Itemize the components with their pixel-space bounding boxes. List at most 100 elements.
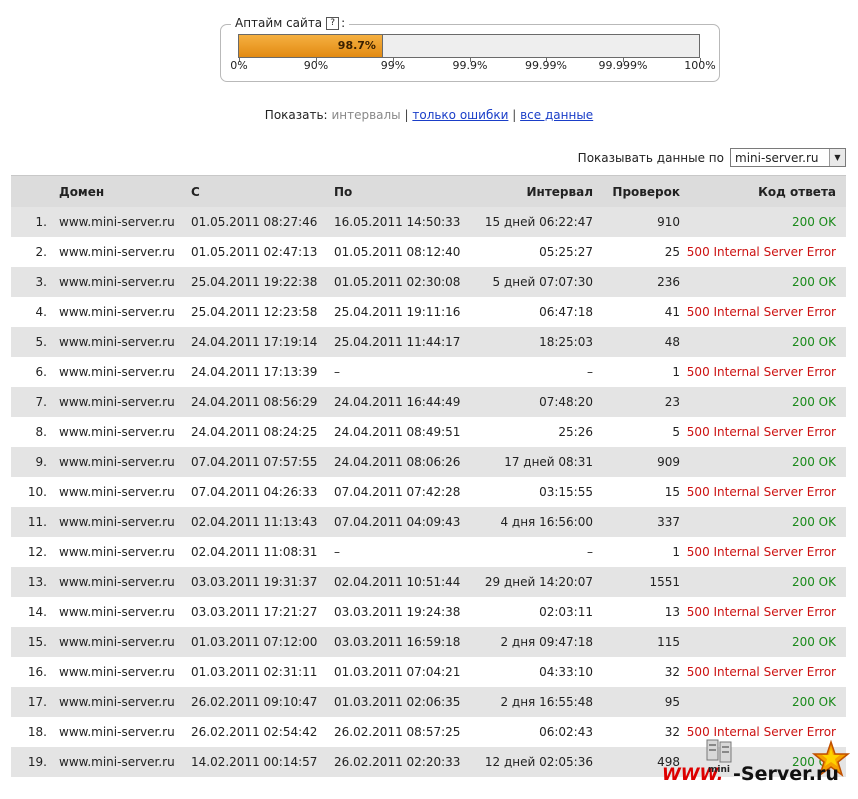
row-checks: 1	[593, 537, 680, 567]
row-response-code: 200 OK	[680, 207, 846, 237]
row-index: 9.	[11, 447, 59, 477]
logo-mini: mini	[708, 765, 730, 775]
row-from: 26.02.2011 09:10:47	[191, 687, 334, 717]
row-interval: 02:03:11	[467, 597, 593, 627]
table-row: 6. www.mini-server.ru 24.04.2011 17:13:39–…	[11, 357, 846, 387]
row-checks: 1	[593, 357, 680, 387]
row-domain: www.mini-server.ru	[59, 207, 191, 237]
row-response-code: 500 Internal Server Error	[680, 417, 846, 447]
table-row: 9. www.mini-server.ru 07.04.2011 07:57:55 2…	[11, 447, 846, 477]
row-to: 24.04.2011 08:49:51	[334, 417, 467, 447]
row-domain: www.mini-server.ru	[59, 717, 191, 747]
filter-intervals-current: интервалы	[331, 108, 401, 122]
row-domain: www.mini-server.ru	[59, 357, 191, 387]
filter-separator: |	[404, 108, 409, 122]
row-from: 24.04.2011 08:56:29	[191, 387, 334, 417]
row-index: 13.	[11, 567, 59, 597]
row-from: 07.04.2011 04:26:33	[191, 477, 334, 507]
row-checks: 41	[593, 297, 680, 327]
table-row: 4. www.mini-server.ru 25.04.2011 12:23:58 2…	[11, 297, 846, 327]
row-to: 26.02.2011 02:20:33	[334, 747, 467, 777]
row-checks: 337	[593, 507, 680, 537]
row-to: 01.05.2011 02:30:08	[334, 267, 467, 297]
row-domain: www.mini-server.ru	[59, 267, 191, 297]
row-index: 7.	[11, 387, 59, 417]
uptime-value: 98.7%	[337, 39, 376, 52]
filter-errors-only-link[interactable]: только ошибки	[412, 108, 508, 122]
row-to: 07.04.2011 07:42:28	[334, 477, 467, 507]
row-checks: 95	[593, 687, 680, 717]
row-interval: –	[467, 357, 593, 387]
row-index: 3.	[11, 267, 59, 297]
row-interval: 06:47:18	[467, 297, 593, 327]
row-domain: www.mini-server.ru	[59, 327, 191, 357]
domain-selector-label: Показывать данные по	[577, 150, 724, 165]
row-index: 17.	[11, 687, 59, 717]
row-interval: 17 дней 08:31	[467, 447, 593, 477]
row-interval: –	[467, 537, 593, 567]
row-to: 01.05.2011 08:12:40	[334, 237, 467, 267]
row-interval: 12 дней 02:05:36	[467, 747, 593, 777]
row-from: 01.03.2011 07:12:00	[191, 627, 334, 657]
row-index: 5.	[11, 327, 59, 357]
table-row: 17. www.mini-server.ru 26.02.2011 09:10:47…	[11, 687, 846, 717]
row-response-code: 500 Internal Server Error	[680, 597, 846, 627]
row-from: 24.04.2011 08:24:25	[191, 417, 334, 447]
help-icon[interactable]: ?	[326, 16, 340, 30]
row-to: 07.04.2011 04:09:43	[334, 507, 467, 537]
domain-select[interactable]: mini-server.ru ▼	[730, 148, 846, 167]
row-domain: www.mini-server.ru	[59, 477, 191, 507]
row-domain: www.mini-server.ru	[59, 537, 191, 567]
row-to: 16.05.2011 14:50:33	[334, 207, 467, 237]
row-index: 15.	[11, 627, 59, 657]
row-checks: 23	[593, 387, 680, 417]
row-checks: 5	[593, 417, 680, 447]
filter-separator: |	[512, 108, 517, 122]
row-domain: www.mini-server.ru	[59, 597, 191, 627]
row-from: 14.02.2011 00:14:57	[191, 747, 334, 777]
row-from: 01.05.2011 08:27:46	[191, 207, 334, 237]
row-from: 02.04.2011 11:13:43	[191, 507, 334, 537]
row-from: 26.02.2011 02:54:42	[191, 717, 334, 747]
intervals-table: Домен С По Интервал Проверок Код ответа …	[11, 175, 846, 777]
chevron-down-icon[interactable]: ▼	[829, 149, 845, 166]
row-interval: 07:48:20	[467, 387, 593, 417]
row-interval: 29 дней 14:20:07	[467, 567, 593, 597]
row-from: 07.04.2011 07:57:55	[191, 447, 334, 477]
row-index: 4.	[11, 297, 59, 327]
row-from: 24.04.2011 17:13:39	[191, 357, 334, 387]
row-index: 6.	[11, 357, 59, 387]
row-checks: 25	[593, 237, 680, 267]
row-checks: 15	[593, 477, 680, 507]
row-to: 25.04.2011 19:11:16	[334, 297, 467, 327]
row-interval: 06:02:43	[467, 717, 593, 747]
row-to: 01.03.2011 07:04:21	[334, 657, 467, 687]
row-to: 24.04.2011 08:06:26	[334, 447, 467, 477]
row-interval: 2 дня 09:47:18	[467, 627, 593, 657]
row-interval: 4 дня 16:56:00	[467, 507, 593, 537]
uptime-legend: Аптайм сайта ? :	[231, 16, 350, 30]
row-interval: 25:26	[467, 417, 593, 447]
scale-tick-label: 0%	[230, 59, 248, 72]
col-header-index	[11, 175, 59, 207]
row-domain: www.mini-server.ru	[59, 297, 191, 327]
scale-tick-label: 90%	[303, 59, 329, 72]
row-domain: www.mini-server.ru	[59, 237, 191, 267]
row-domain: www.mini-server.ru	[59, 747, 191, 777]
filter-all-data-link[interactable]: все данные	[520, 108, 593, 122]
row-response-code: 200 OK	[680, 687, 846, 717]
row-interval: 04:33:10	[467, 657, 593, 687]
row-index: 16.	[11, 657, 59, 687]
scale-tick-label: 99%	[380, 59, 406, 72]
row-from: 02.04.2011 11:08:31	[191, 537, 334, 567]
col-header-domain: Домен	[59, 175, 191, 207]
row-from: 03.03.2011 19:31:37	[191, 567, 334, 597]
row-to: –	[334, 357, 467, 387]
row-response-code: 500 Internal Server Error	[680, 477, 846, 507]
table-row: 7. www.mini-server.ru 24.04.2011 08:56:29 2…	[11, 387, 846, 417]
row-response-code: 200 OK	[680, 327, 846, 357]
table-row: 13. www.mini-server.ru 03.03.2011 19:31:37…	[11, 567, 846, 597]
row-response-code: 500 Internal Server Error	[680, 657, 846, 687]
row-checks: 1551	[593, 567, 680, 597]
col-header-checks: Проверок	[593, 175, 680, 207]
